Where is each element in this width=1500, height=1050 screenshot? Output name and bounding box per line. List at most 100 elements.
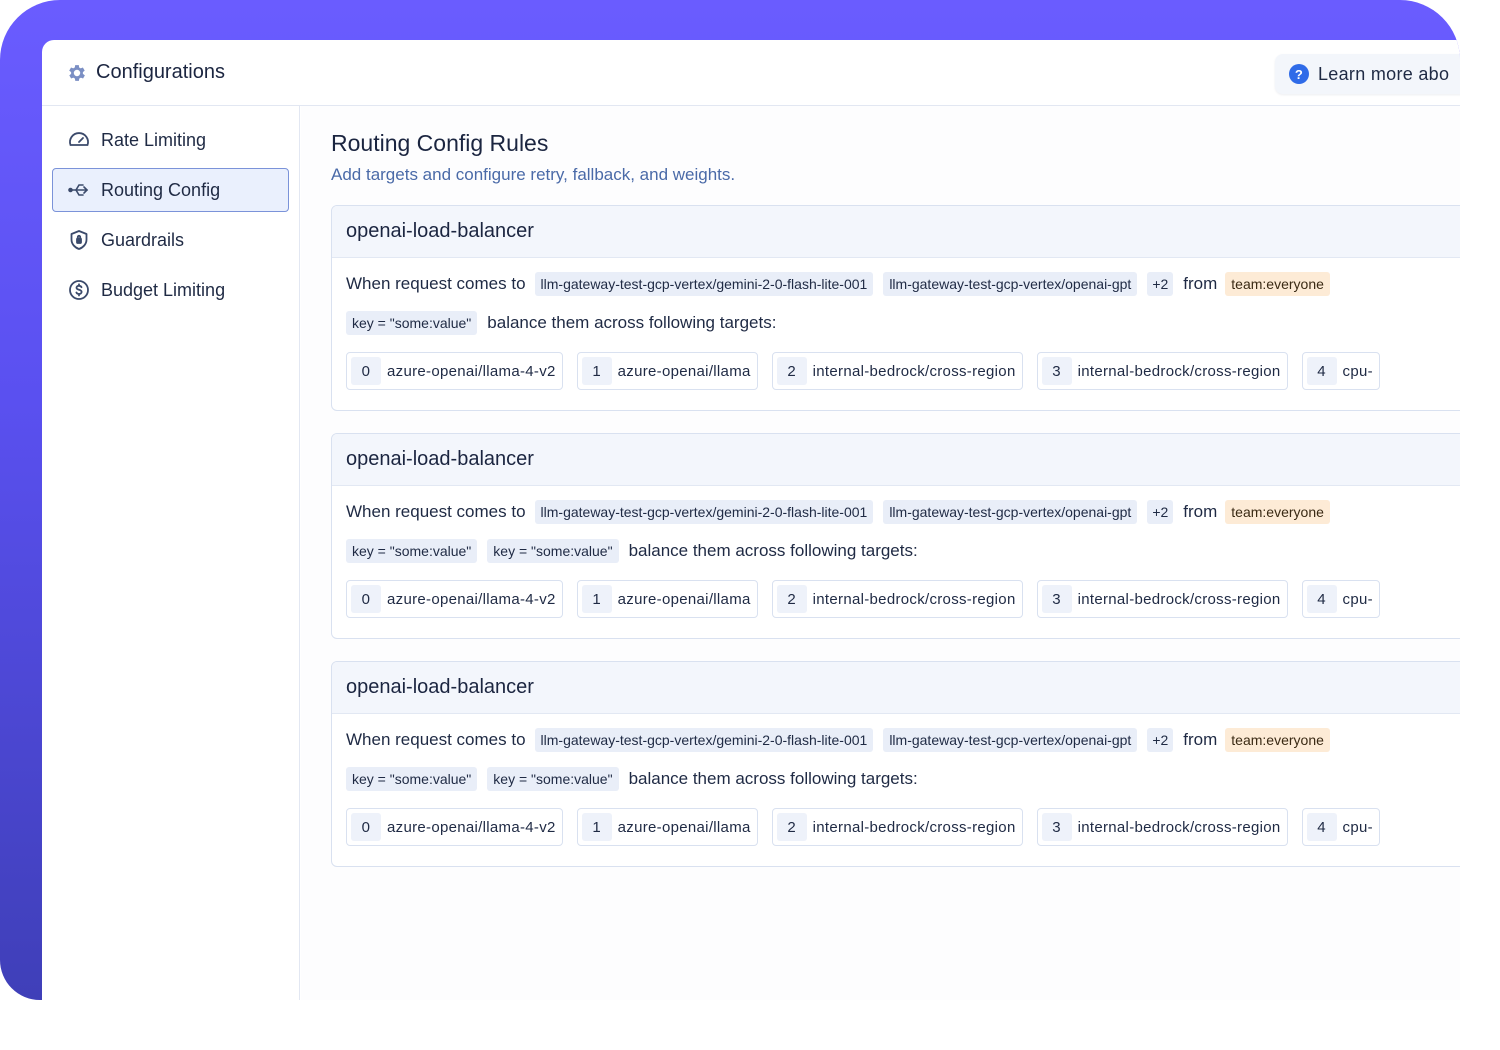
sidebar-item-guardrails[interactable]: Guardrails <box>52 218 289 262</box>
balance-text: balance them across following targets: <box>487 313 777 332</box>
target-index: 2 <box>776 585 807 613</box>
target-name: internal-bedrock/cross-region <box>812 818 1016 836</box>
gear-icon <box>69 64 85 81</box>
target-chip[interactable]: 4 cpu- <box>1301 808 1380 846</box>
more-models-chip[interactable]: +2 <box>1147 728 1174 752</box>
target-index: 3 <box>1041 357 1072 385</box>
main-content: Routing Config Rules Add targets and con… <box>301 106 1460 1000</box>
when-text: When request comes to <box>346 502 526 521</box>
target-chip[interactable]: 1 azure-openai/llama <box>576 808 758 846</box>
sidebar-item-budget-limiting[interactable]: Budget Limiting <box>52 268 289 312</box>
target-chip[interactable]: 3 internal-bedrock/cross-region <box>1036 580 1288 618</box>
routing-icon <box>68 184 89 196</box>
target-name: azure-openai/llama <box>617 362 751 380</box>
sidebar-item-label: Rate Limiting <box>101 129 207 150</box>
target-chip[interactable]: 2 internal-bedrock/cross-region <box>771 808 1023 846</box>
target-name: internal-bedrock/cross-region <box>812 362 1016 380</box>
balance-text: balance them across following targets: <box>628 541 918 560</box>
top-bar: Configurations ? Learn more abo <box>42 40 1460 106</box>
model-chip: llm-gateway-test-gcp-vertex/gemini-2-0-f… <box>534 272 874 296</box>
more-models-chip[interactable]: +2 <box>1147 500 1174 524</box>
dollar-icon <box>69 280 89 300</box>
target-name: cpu- <box>1342 362 1373 380</box>
rule-name: openai-load-balancer <box>332 434 1460 486</box>
target-index: 4 <box>1306 585 1337 613</box>
targets-row: 0 azure-openai/llama-4-v2 1 azure-openai/l… <box>346 808 1394 846</box>
target-index: 2 <box>776 357 807 385</box>
target-index: 0 <box>351 585 381 613</box>
app-frame: Configurations ? Learn more abo Rate Lim… <box>0 0 1460 1000</box>
help-icon: ? <box>1289 64 1309 84</box>
rule-card[interactable]: openai-load-balancer When request comes … <box>331 205 1460 411</box>
target-chip[interactable]: 4 cpu- <box>1301 352 1380 390</box>
page-title: Routing Config Rules <box>331 130 549 156</box>
model-chip: llm-gateway-test-gcp-vertex/openai-gpt <box>883 272 1138 296</box>
target-index: 1 <box>581 585 612 613</box>
model-chip: llm-gateway-test-gcp-vertex/openai-gpt <box>883 500 1138 524</box>
target-chip[interactable]: 0 azure-openai/llama-4-v2 <box>346 352 563 390</box>
target-chip[interactable]: 1 azure-openai/llama <box>576 580 758 618</box>
app-title: Configurations <box>96 61 225 83</box>
rule-card[interactable]: openai-load-balancer When request comes … <box>331 661 1460 867</box>
from-text: from <box>1183 274 1218 293</box>
target-chip[interactable]: 4 cpu- <box>1301 580 1380 618</box>
sidebar: Rate Limiting Routing Config Guardrails … <box>42 106 300 1000</box>
rule-condition-row: When request comes to llm-gateway-test-g… <box>346 272 1334 296</box>
balance-text: balance them across following targets: <box>628 769 918 788</box>
target-name: azure-openai/llama-4-v2 <box>387 590 556 608</box>
sidebar-item-rate-limiting[interactable]: Rate Limiting <box>52 118 289 162</box>
model-chip: llm-gateway-test-gcp-vertex/openai-gpt <box>883 728 1138 752</box>
target-chip[interactable]: 2 internal-bedrock/cross-region <box>771 352 1023 390</box>
target-name: cpu- <box>1342 818 1373 836</box>
target-chip[interactable]: 0 azure-openai/llama-4-v2 <box>346 808 563 846</box>
target-index: 4 <box>1306 357 1337 385</box>
metadata-chip: key = "some:value" <box>487 767 619 791</box>
rule-condition-row: When request comes to llm-gateway-test-g… <box>346 728 1334 752</box>
target-name: cpu- <box>1342 590 1373 608</box>
metadata-chip: key = "some:value" <box>346 539 478 563</box>
rule-metadata-row: key = "some:value" balance them across f… <box>342 311 776 335</box>
target-name: internal-bedrock/cross-region <box>1077 362 1281 380</box>
team-chip: team:everyone <box>1225 500 1330 524</box>
target-name: azure-openai/llama-4-v2 <box>387 818 556 836</box>
target-chip[interactable]: 1 azure-openai/llama <box>576 352 758 390</box>
shield-icon <box>70 230 88 250</box>
model-chip: llm-gateway-test-gcp-vertex/gemini-2-0-f… <box>534 728 874 752</box>
learn-more-button[interactable]: ? Learn more abo <box>1275 54 1460 94</box>
target-index: 2 <box>776 813 807 841</box>
target-chip[interactable]: 3 internal-bedrock/cross-region <box>1036 808 1288 846</box>
target-index: 3 <box>1041 585 1072 613</box>
learn-more-label: Learn more abo <box>1318 63 1450 84</box>
rule-condition-row: When request comes to llm-gateway-test-g… <box>346 500 1334 524</box>
from-text: from <box>1183 730 1218 749</box>
target-index: 1 <box>581 813 612 841</box>
target-chip[interactable]: 0 azure-openai/llama-4-v2 <box>346 580 563 618</box>
team-chip: team:everyone <box>1225 272 1330 296</box>
targets-row: 0 azure-openai/llama-4-v2 1 azure-openai/l… <box>346 580 1394 618</box>
more-models-chip[interactable]: +2 <box>1147 272 1174 296</box>
target-name: internal-bedrock/cross-region <box>1077 590 1281 608</box>
target-index: 0 <box>351 357 381 385</box>
sidebar-item-label: Guardrails <box>101 229 185 250</box>
target-name: azure-openai/llama <box>617 818 751 836</box>
team-chip: team:everyone <box>1225 728 1330 752</box>
when-text: When request comes to <box>346 730 526 749</box>
sidebar-item-routing-config[interactable]: Routing Config <box>52 168 289 212</box>
rule-name: openai-load-balancer <box>332 206 1460 258</box>
target-name: internal-bedrock/cross-region <box>812 590 1016 608</box>
target-chip[interactable]: 3 internal-bedrock/cross-region <box>1036 352 1288 390</box>
rule-card[interactable]: openai-load-balancer When request comes … <box>331 433 1460 639</box>
target-index: 3 <box>1041 813 1072 841</box>
rule-metadata-row: key = "some:value" key = "some:value" ba… <box>342 539 918 563</box>
sidebar-item-label: Routing Config <box>101 179 221 200</box>
metadata-chip: key = "some:value" <box>346 311 478 335</box>
page-subtitle: Add targets and configure retry, fallbac… <box>331 165 736 184</box>
target-chip[interactable]: 2 internal-bedrock/cross-region <box>771 580 1023 618</box>
sidebar-item-label: Budget Limiting <box>101 279 226 300</box>
metadata-chip: key = "some:value" <box>346 767 478 791</box>
target-index: 0 <box>351 813 381 841</box>
targets-row: 0 azure-openai/llama-4-v2 1 azure-openai/l… <box>346 352 1394 390</box>
when-text: When request comes to <box>346 274 526 293</box>
rule-name: openai-load-balancer <box>332 662 1460 714</box>
rule-metadata-row: key = "some:value" key = "some:value" ba… <box>342 767 918 791</box>
